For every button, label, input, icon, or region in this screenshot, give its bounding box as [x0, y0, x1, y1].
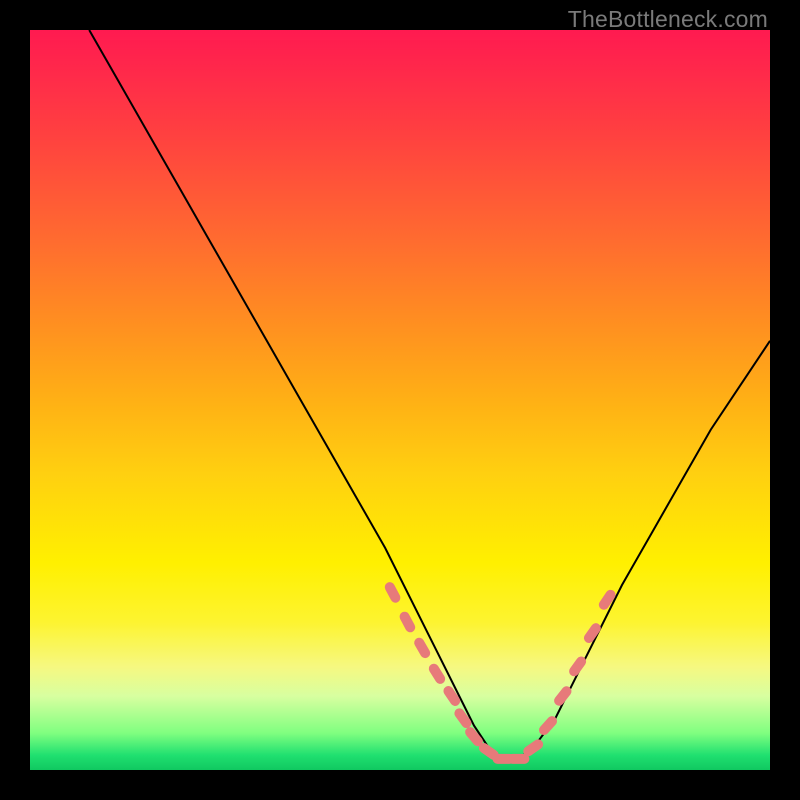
plot-area: [30, 30, 770, 770]
bottleneck-curve: [89, 30, 770, 759]
highlight-marker: [412, 636, 432, 660]
chart-frame: TheBottleneck.com: [0, 0, 800, 800]
highlight-marker: [398, 610, 417, 634]
curve-layer: [30, 30, 770, 770]
highlight-marker: [383, 580, 402, 604]
watermark-text: TheBottleneck.com: [568, 6, 768, 33]
highlight-marker: [582, 621, 603, 645]
